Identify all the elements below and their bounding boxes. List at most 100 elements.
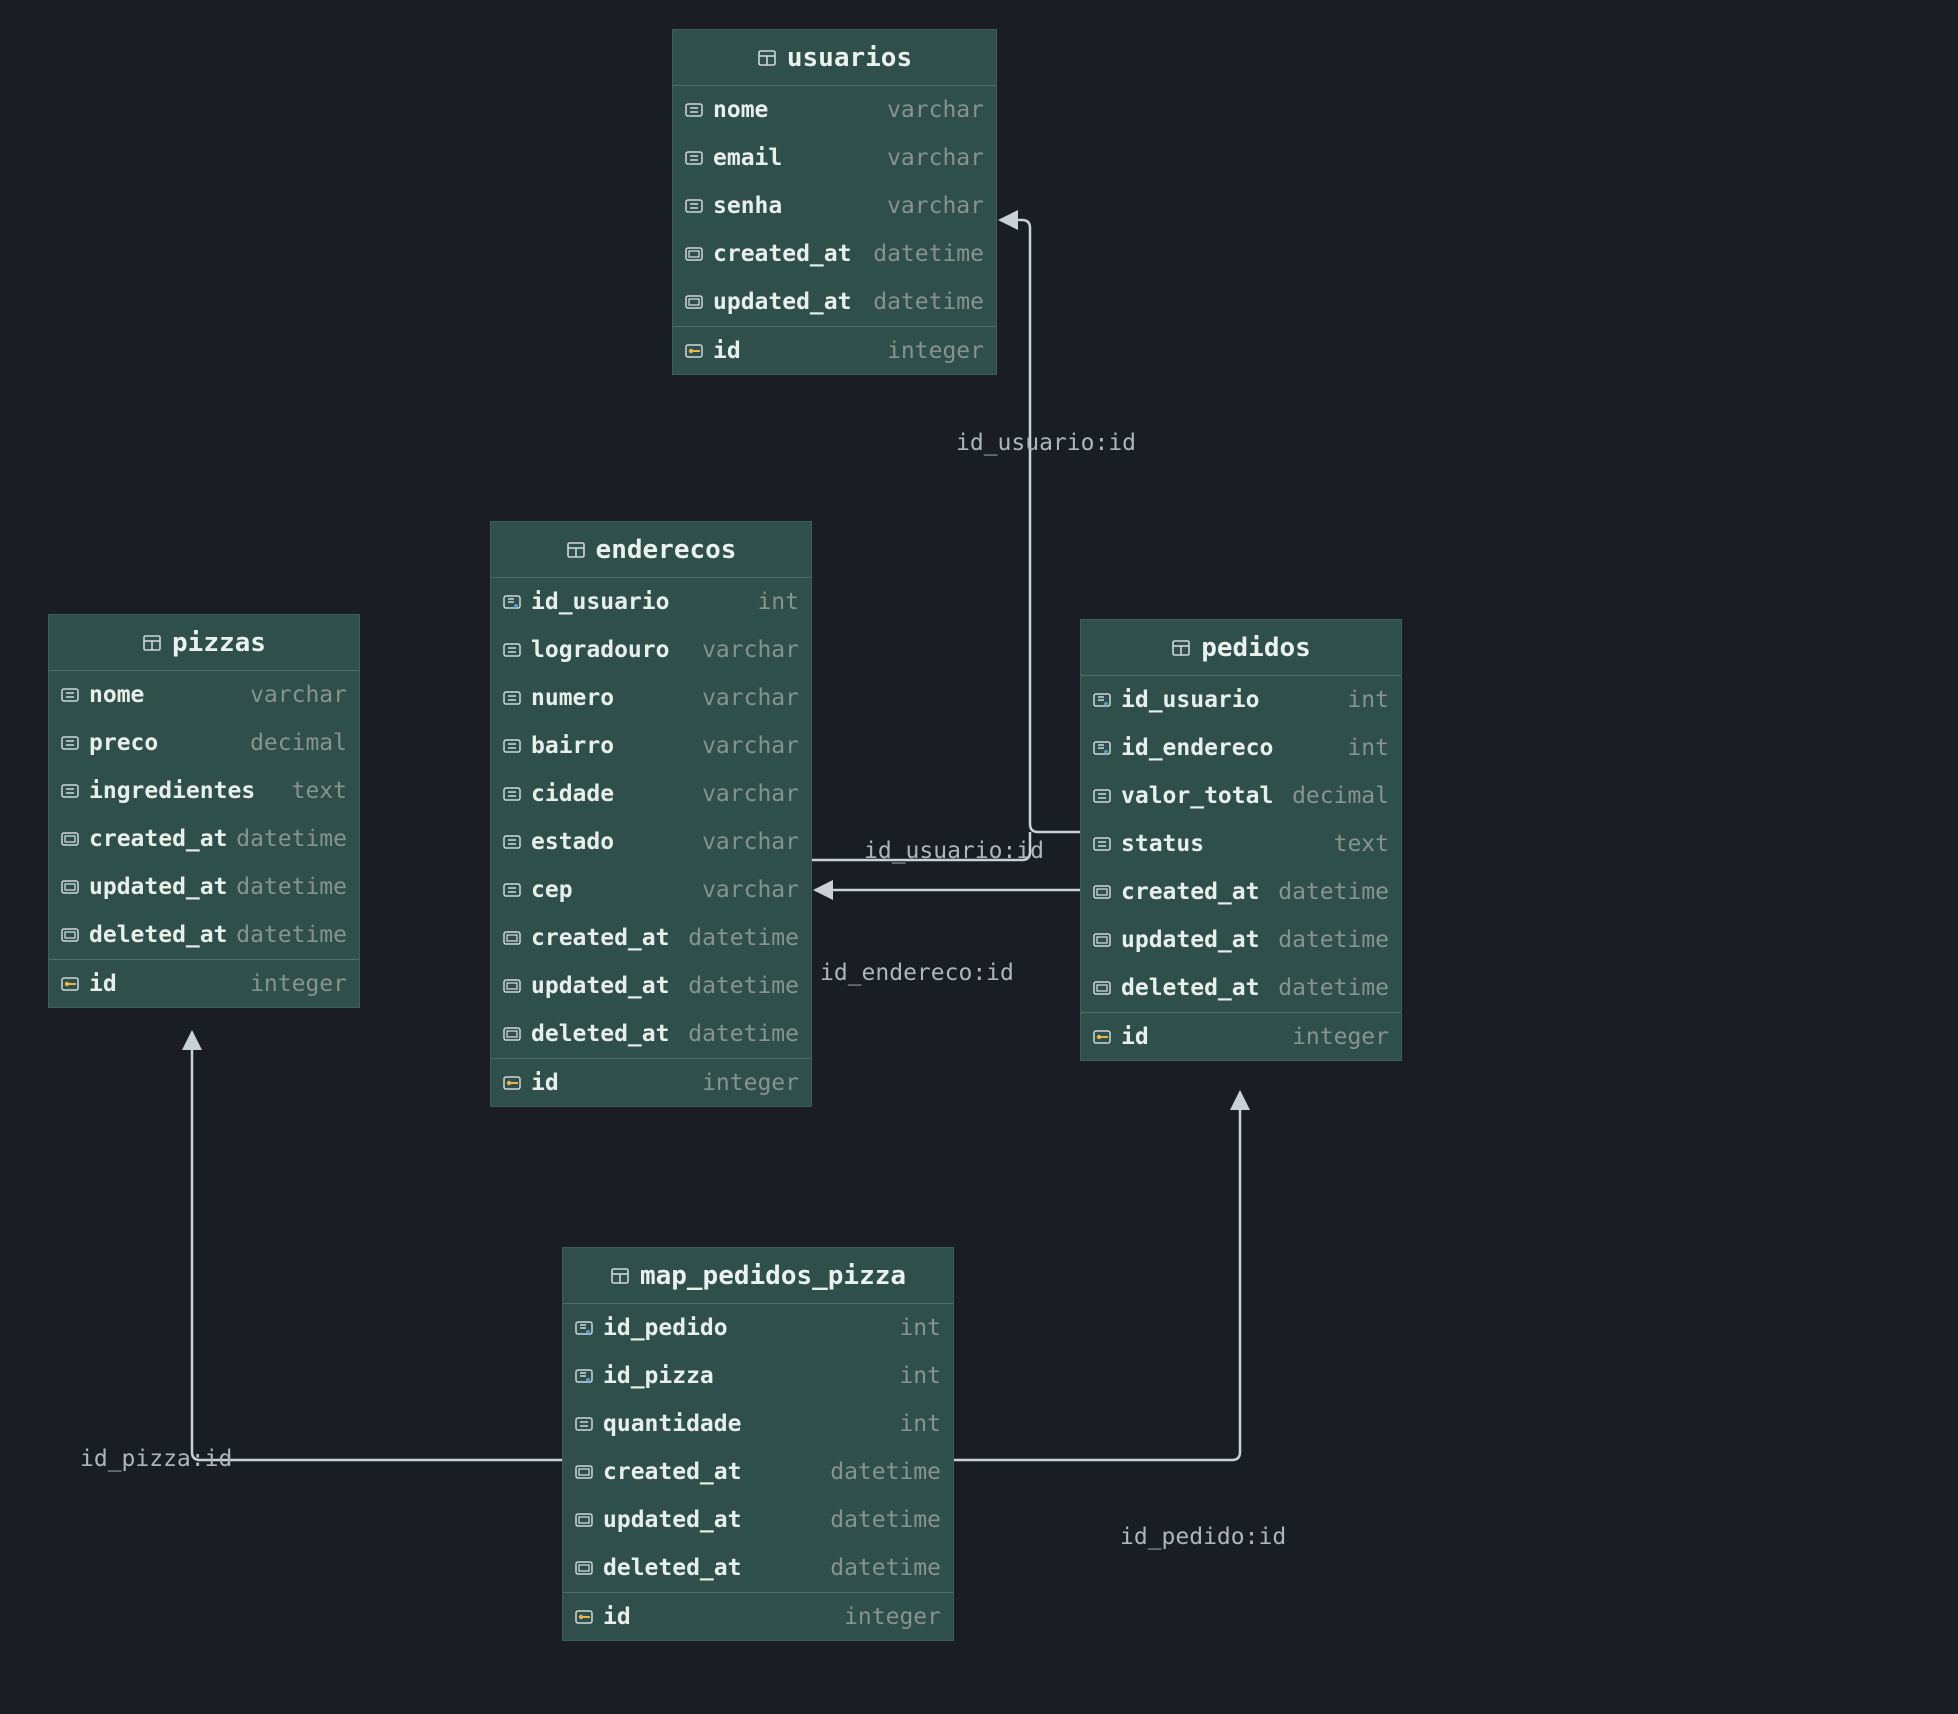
column-name: senha xyxy=(713,193,879,219)
table-header[interactable]: map_pedidos_pizza xyxy=(563,1248,953,1304)
column-type: datetime xyxy=(830,1459,941,1485)
table-usuarios[interactable]: usuariosnomevarcharemailvarchar senha varc… xyxy=(672,29,997,375)
column-type: datetime xyxy=(1278,927,1389,953)
erd-canvas[interactable]: id_usuario:id id_usuario:id id_endereco:… xyxy=(0,0,1958,1714)
column-row[interactable]: nomevarchar xyxy=(673,86,996,134)
column-name: id xyxy=(713,338,879,364)
table-icon xyxy=(610,1266,630,1286)
column-col-icon xyxy=(501,735,523,757)
table-title: map_pedidos_pizza xyxy=(640,1261,906,1291)
column-ts-icon xyxy=(59,876,81,898)
column-name: quantidade xyxy=(603,1411,891,1437)
column-name: valor_total xyxy=(1121,783,1284,809)
column-row[interactable]: estadovarchar xyxy=(491,818,811,866)
column-type: datetime xyxy=(688,973,799,999)
column-row[interactable]: created_atdatetime xyxy=(1081,868,1401,916)
column-row[interactable]: deleted_atdatetime xyxy=(563,1544,953,1592)
column-name: id_usuario xyxy=(531,589,749,615)
column-row[interactable]: cidadevarchar xyxy=(491,770,811,818)
column-type: int xyxy=(1347,735,1389,761)
table-header[interactable]: enderecos xyxy=(491,522,811,578)
column-row[interactable]: updated_atdatetime xyxy=(563,1496,953,1544)
pk-row[interactable]: idinteger xyxy=(491,1058,811,1106)
column-col-icon xyxy=(683,147,705,169)
column-ts-icon xyxy=(501,1023,523,1045)
column-ts-icon xyxy=(573,1461,595,1483)
column-row[interactable]: deleted_atdatetime xyxy=(1081,964,1401,1012)
column-type: varchar xyxy=(702,733,799,759)
column-row[interactable]: senha varchar xyxy=(673,182,996,230)
column-row[interactable]: deleted_at datetime xyxy=(491,1010,811,1058)
column-type: decimal xyxy=(1292,783,1389,809)
pk-row[interactable]: idinteger xyxy=(1081,1012,1401,1060)
column-row[interactable]: logradourovarchar xyxy=(491,626,811,674)
column-type: varchar xyxy=(702,829,799,855)
column-row[interactable]: id_pizzaint xyxy=(563,1352,953,1400)
column-row[interactable]: created_atdatetime xyxy=(673,230,996,278)
column-pk-icon xyxy=(1091,1026,1113,1048)
column-row[interactable]: created_atdatetime xyxy=(491,914,811,962)
pk-row[interactable]: idinteger xyxy=(673,326,996,374)
column-row[interactable]: created_atdatetime xyxy=(49,815,359,863)
column-row[interactable]: statustext xyxy=(1081,820,1401,868)
column-col-icon xyxy=(683,195,705,217)
column-row[interactable]: ingredientestext xyxy=(49,767,359,815)
column-row[interactable]: emailvarchar xyxy=(673,134,996,182)
column-row[interactable]: updated_atdatetime xyxy=(1081,916,1401,964)
column-name: preco xyxy=(89,730,242,756)
table-map-pedidos-pizza[interactable]: map_pedidos_pizza id_pedidointid_pizzaint… xyxy=(562,1247,954,1641)
column-name: created_at xyxy=(89,826,228,852)
column-ts-icon xyxy=(59,924,81,946)
table-icon xyxy=(566,540,586,560)
column-row[interactable]: nomevarchar xyxy=(49,671,359,719)
column-ts-icon xyxy=(683,243,705,265)
column-row[interactable]: valor_total decimal xyxy=(1081,772,1401,820)
column-name: created_at xyxy=(713,241,865,267)
column-row[interactable]: id_endereco int xyxy=(1081,724,1401,772)
pk-row[interactable]: idinteger xyxy=(563,1592,953,1640)
column-row[interactable]: updated_atdatetime xyxy=(49,863,359,911)
column-name: created_at xyxy=(531,925,680,951)
column-name: id_endereco xyxy=(1121,735,1339,761)
rel-label-pizza: id_pizza:id xyxy=(80,1446,232,1472)
table-pedidos[interactable]: pedidosid_usuarioint id_endereco int valor_… xyxy=(1080,619,1402,1061)
pk-row[interactable]: idinteger xyxy=(49,959,359,1007)
column-pk-icon xyxy=(573,1606,595,1628)
table-header[interactable]: usuarios xyxy=(673,30,996,86)
column-name: deleted_at xyxy=(89,922,228,948)
column-name: id xyxy=(89,971,242,997)
column-row[interactable]: id_pedidoint xyxy=(563,1304,953,1352)
column-col-icon xyxy=(501,687,523,709)
column-col-icon xyxy=(59,684,81,706)
column-row[interactable]: created_atdatetime xyxy=(563,1448,953,1496)
column-ts-icon xyxy=(573,1509,595,1531)
table-pizzas[interactable]: pizzasnomevarcharprecodecimalingrediente… xyxy=(48,614,360,1008)
column-row[interactable]: numerovarchar xyxy=(491,674,811,722)
column-type: text xyxy=(292,778,347,804)
column-type: datetime xyxy=(688,1021,799,1047)
column-type: int xyxy=(899,1411,941,1437)
table-header[interactable]: pizzas xyxy=(49,615,359,671)
column-type: datetime xyxy=(236,922,347,948)
column-type: varchar xyxy=(887,193,984,219)
column-name: numero xyxy=(531,685,694,711)
column-type: datetime xyxy=(1278,975,1389,1001)
column-row[interactable]: cepvarchar xyxy=(491,866,811,914)
column-type: varchar xyxy=(702,781,799,807)
column-name: deleted_at xyxy=(531,1021,680,1047)
column-row[interactable]: precodecimal xyxy=(49,719,359,767)
column-col-icon xyxy=(683,99,705,121)
table-enderecos[interactable]: enderecosid_usuariointlogradourovarcharn… xyxy=(490,521,812,1107)
column-row[interactable]: id_usuarioint xyxy=(491,578,811,626)
column-col-icon xyxy=(501,639,523,661)
table-header[interactable]: pedidos xyxy=(1081,620,1401,676)
column-row[interactable]: deleted_at datetime xyxy=(49,911,359,959)
column-row[interactable]: updated_atdatetime xyxy=(491,962,811,1010)
column-row[interactable]: quantidade int xyxy=(563,1400,953,1448)
column-pk-icon xyxy=(59,973,81,995)
column-row[interactable]: bairrovarchar xyxy=(491,722,811,770)
column-row[interactable]: updated_atdatetime xyxy=(673,278,996,326)
column-row[interactable]: id_usuarioint xyxy=(1081,676,1401,724)
column-name: id xyxy=(531,1070,694,1096)
table-icon xyxy=(1171,638,1191,658)
